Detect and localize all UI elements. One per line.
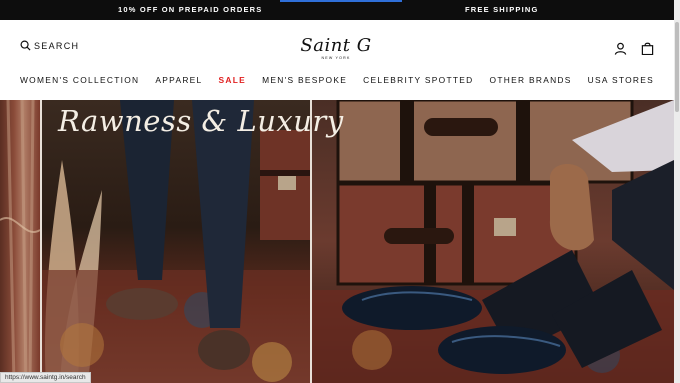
account-icon[interactable]: [614, 42, 627, 55]
logo-name: Saint G: [300, 35, 372, 56]
hero-banner[interactable]: Rawness & Luxury: [0, 100, 674, 383]
nav-apparel[interactable]: APPAREL: [155, 75, 202, 85]
page-load-progress: [280, 0, 402, 2]
search-button[interactable]: SEARCH: [20, 40, 79, 51]
hero-image-left: [0, 100, 40, 383]
header-icons: [614, 42, 654, 55]
nav-sale[interactable]: SALE: [219, 75, 247, 85]
logo-subtitle: NEW YORK: [321, 56, 351, 60]
announcement-prepaid: 10% OFF ON PREPAID ORDERS: [118, 5, 263, 14]
nav-womens-collection[interactable]: WOMEN'S COLLECTION: [20, 75, 139, 85]
nav-mens-bespoke[interactable]: MEN'S BESPOKE: [262, 75, 347, 85]
scrollbar-thumb[interactable]: [675, 22, 679, 112]
cart-icon[interactable]: [641, 42, 654, 55]
main-nav: WOMEN'S COLLECTION APPAREL SALE MEN'S BE…: [0, 75, 674, 85]
search-label: SEARCH: [34, 40, 80, 51]
hero-title: Rawness & Luxury: [58, 104, 344, 138]
status-bar-url: https://www.saintg.in/search: [0, 372, 91, 383]
vertical-scrollbar[interactable]: [674, 0, 680, 383]
nav-usa-stores[interactable]: USA STORES: [588, 75, 654, 85]
search-icon: [20, 40, 31, 51]
nav-other-brands[interactable]: OTHER BRANDS: [490, 75, 572, 85]
brand-logo[interactable]: Saint G NEW YORK: [296, 35, 376, 61]
site-header: SEARCH Saint G NEW YORK WOMEN'S COLLECTI…: [0, 20, 674, 100]
nav-celebrity-spotted[interactable]: CELEBRITY SPOTTED: [363, 75, 473, 85]
hero-image-right: [312, 100, 674, 383]
hero-image-center: [42, 100, 310, 383]
announcement-bar: 10% OFF ON PREPAID ORDERS FREE SHIPPING: [0, 0, 680, 20]
announcement-shipping: FREE SHIPPING: [465, 5, 539, 14]
